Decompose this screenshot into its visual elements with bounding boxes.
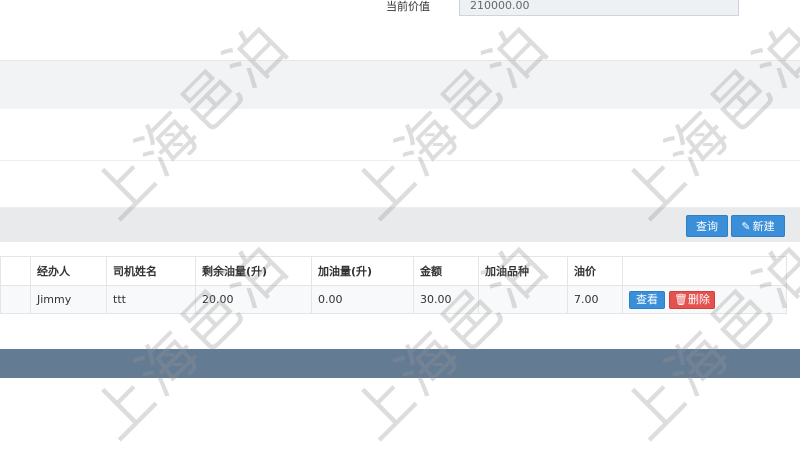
form-area: 当前价值 210000.00	[0, 0, 800, 46]
pencil-icon: ✎	[741, 220, 751, 233]
table-cell-remaining-fuel: 20.00	[195, 285, 312, 314]
table-cell	[0, 285, 31, 314]
column-header-spacer	[0, 256, 31, 286]
delete-button[interactable]: 🗑删除	[669, 290, 715, 309]
query-button[interactable]: 查询	[686, 215, 728, 237]
toolbar	[0, 208, 800, 242]
column-header[interactable]: 经办人	[30, 256, 107, 286]
table-row[interactable]: Jimmy ttt 20.00 0.00 30.00 7.00 查看 🗑删除	[0, 285, 787, 314]
table-header-row: 经办人 司机姓名 剩余油量(升) 加油量(升) 金额 加油品种 油价	[0, 256, 787, 286]
table-cell-fuel-type	[478, 285, 568, 314]
table-cell-handler: Jimmy	[30, 285, 107, 314]
table-cell-driver: ttt	[106, 285, 196, 314]
column-header[interactable]: 金额	[413, 256, 479, 286]
column-header[interactable]: 剩余油量(升)	[195, 256, 312, 286]
divider	[0, 160, 800, 161]
current-value-label: 当前价值	[386, 0, 430, 13]
delete-button-label: 删除	[687, 292, 710, 306]
column-header[interactable]: 油价	[567, 256, 623, 286]
table-cell-refuel-amount: 0.00	[311, 285, 414, 314]
current-value-field[interactable]: 210000.00	[459, 0, 739, 16]
watermark: 上海邑泊	[609, 228, 800, 453]
column-header-actions	[622, 256, 787, 286]
view-button[interactable]: 查看	[629, 290, 665, 309]
table-cell-amount: 30.00	[413, 285, 479, 314]
data-table: 经办人 司机姓名 剩余油量(升) 加油量(升) 金额 加油品种 油价 Jimmy…	[0, 256, 787, 314]
new-button-label: 新建	[752, 220, 775, 233]
column-header[interactable]: 司机姓名	[106, 256, 196, 286]
table-cell-actions: 查看 🗑删除	[622, 285, 787, 314]
footer-bar	[0, 349, 800, 378]
column-header[interactable]: 加油品种	[478, 256, 568, 286]
column-header[interactable]: 加油量(升)	[311, 256, 414, 286]
table-cell-fuel-price: 7.00	[567, 285, 623, 314]
watermark: 上海邑泊	[79, 228, 303, 453]
new-button[interactable]: ✎ 新建	[731, 215, 785, 237]
watermark: 上海邑泊	[339, 228, 563, 453]
trash-icon: 🗑	[674, 292, 688, 306]
section-header	[0, 60, 800, 109]
